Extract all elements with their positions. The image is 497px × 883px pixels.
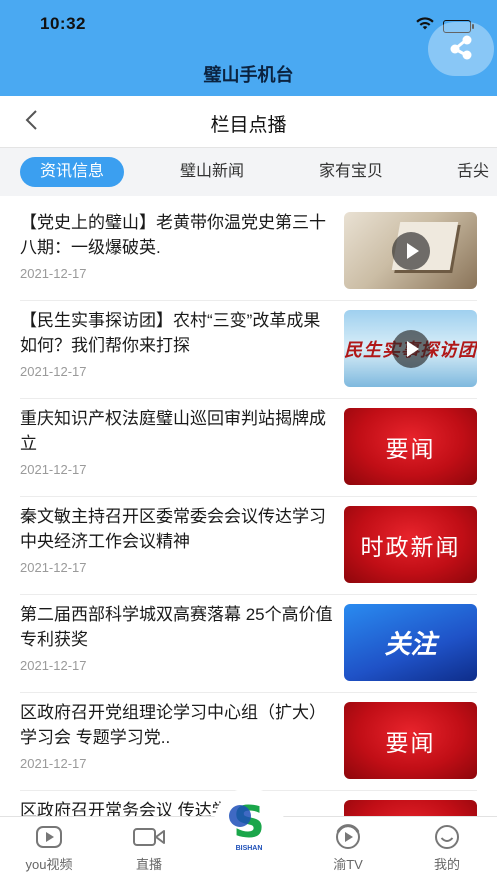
app-title: 璧山手机台 bbox=[203, 65, 294, 85]
smiley-icon bbox=[407, 823, 487, 851]
tab-bishan-news[interactable]: 璧山新闻 bbox=[180, 157, 244, 187]
category-tabs: 资讯信息 璧山新闻 家有宝贝 舌尖 bbox=[0, 148, 497, 196]
news-item[interactable]: 区政府召开党组理论学习中心组（扩大）学习会 专题学习党.. 2021-12-17… bbox=[20, 686, 477, 784]
news-title: 第二届西部科学城双高赛落幕 25个高价值专利获奖 bbox=[20, 605, 333, 649]
tabbar-label: 我的 bbox=[433, 857, 460, 872]
news-thumbnail bbox=[344, 800, 477, 816]
share-icon bbox=[446, 32, 476, 67]
news-thumbnail bbox=[344, 212, 477, 289]
news-title: 重庆知识产权法庭璧山巡回审判站揭牌成立 bbox=[20, 409, 326, 453]
news-thumbnail: 民生实事探访团 bbox=[344, 310, 477, 387]
status-time: 10:32 bbox=[40, 14, 86, 33]
logo-text: BISHAN bbox=[235, 845, 263, 852]
news-thumbnail: 要闻 bbox=[344, 408, 477, 485]
tab-news-info[interactable]: 资讯信息 bbox=[20, 157, 125, 187]
app-header: 10:32 璧山手机台 bbox=[0, 0, 497, 96]
news-title: 【党史上的璧山】老黄带你温党史第三十八期：一级爆破英. bbox=[20, 213, 326, 257]
news-title: 区政府召开常务会议 传达学习中 bbox=[20, 801, 263, 816]
news-date: 2021-12-17 bbox=[20, 756, 87, 771]
play-circle-icon bbox=[9, 823, 89, 851]
thumbnail-caption: 关注 bbox=[384, 629, 437, 659]
tabbar-item-live[interactable]: 直播 bbox=[109, 823, 189, 873]
page-title: 栏目点播 bbox=[210, 115, 287, 136]
tab-home-baby[interactable]: 家有宝贝 bbox=[319, 157, 383, 187]
tv-play-icon bbox=[308, 823, 388, 851]
play-icon bbox=[392, 232, 430, 270]
tabbar-item-yu-tv[interactable]: 渝TV bbox=[308, 823, 388, 873]
tabbar-label: you视频 bbox=[25, 857, 73, 872]
news-thumbnail: 关注 bbox=[344, 604, 477, 681]
bishan-logo-icon: S bbox=[229, 797, 265, 848]
news-title: 【民生实事探访团】农村“三变”改革成果如何？我们帮你来打探 bbox=[20, 311, 321, 355]
news-item[interactable]: 【民生实事探访团】农村“三变”改革成果如何？我们帮你来打探 2021-12-17… bbox=[20, 294, 477, 392]
news-thumbnail: 要闻 bbox=[344, 702, 477, 779]
bishan-logo-button[interactable]: S BISHAN bbox=[214, 788, 284, 858]
news-list: 【党史上的璧山】老黄带你温党史第三十八期：一级爆破英. 2021-12-17 【… bbox=[0, 196, 497, 816]
tab-tip-of-tongue[interactable]: 舌尖 bbox=[457, 157, 489, 187]
share-button[interactable] bbox=[428, 22, 494, 76]
play-icon bbox=[392, 330, 430, 368]
news-item[interactable]: 【党史上的璧山】老黄带你温党史第三十八期：一级爆破英. 2021-12-17 bbox=[20, 196, 477, 294]
tabbar-item-mine[interactable]: 我的 bbox=[407, 823, 487, 873]
news-title: 区政府召开党组理论学习中心组（扩大）学习会 专题学习党.. bbox=[20, 703, 326, 747]
news-date: 2021-12-17 bbox=[20, 462, 87, 477]
news-date: 2021-12-17 bbox=[20, 658, 87, 673]
nav-bar: 栏目点播 bbox=[0, 96, 497, 148]
thumbnail-caption: 要闻 bbox=[385, 436, 436, 463]
video-camera-icon bbox=[109, 823, 189, 851]
news-item[interactable]: 秦文敏主持召开区委常委会会议传达学习中央经济工作会议精神 2021-12-17 … bbox=[20, 490, 477, 588]
news-item[interactable]: 重庆知识产权法庭璧山巡回审判站揭牌成立 2021-12-17 要闻 bbox=[20, 392, 477, 490]
tabbar-label: 渝TV bbox=[333, 857, 363, 872]
news-thumbnail: 时政新闻 bbox=[344, 506, 477, 583]
thumbnail-caption: 时政新闻 bbox=[360, 534, 461, 561]
tabbar-label: 直播 bbox=[135, 857, 162, 872]
tabbar-item-you-video[interactable]: you视频 bbox=[9, 823, 89, 873]
thumbnail-caption: 要闻 bbox=[385, 730, 436, 757]
news-item[interactable]: 第二届西部科学城双高赛落幕 25个高价值专利获奖 2021-12-17 关注 bbox=[20, 588, 477, 686]
news-date: 2021-12-17 bbox=[20, 560, 87, 575]
news-title: 秦文敏主持召开区委常委会会议传达学习中央经济工作会议精神 bbox=[20, 507, 326, 551]
news-date: 2021-12-17 bbox=[20, 266, 87, 281]
news-date: 2021-12-17 bbox=[20, 364, 87, 379]
